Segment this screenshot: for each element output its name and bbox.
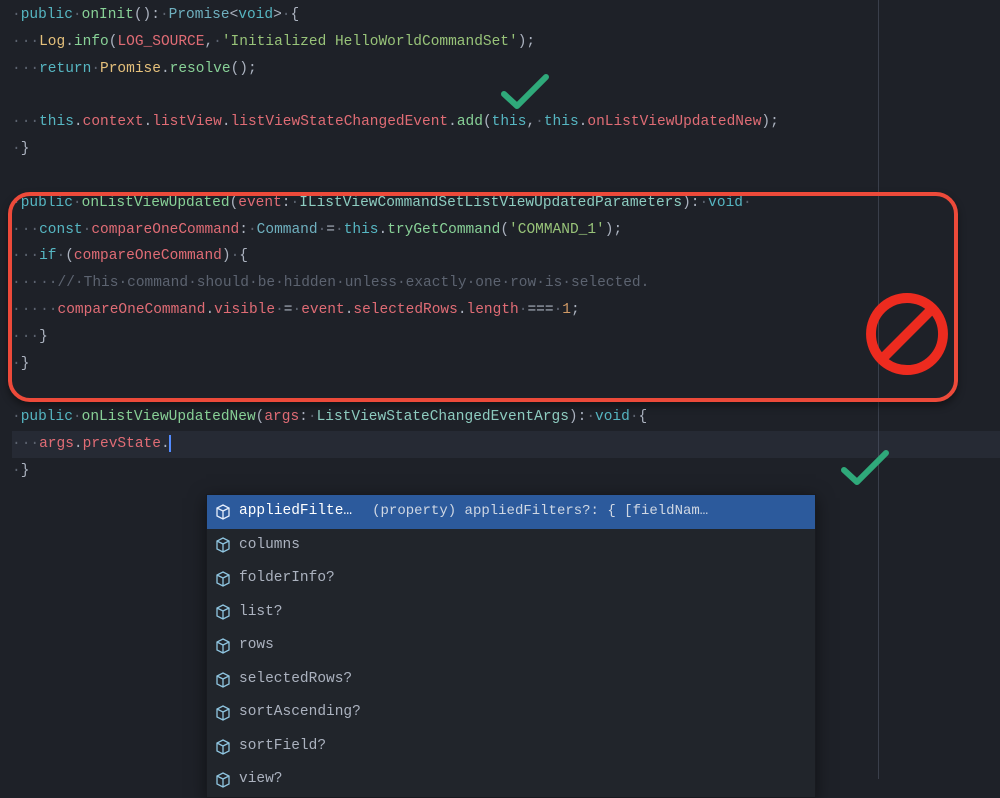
property-icon [215, 705, 231, 721]
text-cursor [169, 435, 171, 452]
code-line[interactable]: ···args.prevState. [12, 431, 1000, 458]
intellisense-popup[interactable]: appliedFilte… (property) appliedFilters?… [206, 494, 816, 798]
property-icon [215, 537, 231, 553]
code-line[interactable]: ·····//·This·command·should·be·hidden·un… [12, 270, 1000, 297]
suggestion-label: columns [239, 532, 300, 560]
code-line[interactable]: ·public·onListViewUpdated(event:·IListVi… [12, 190, 1000, 217]
suggestion-label: sortField? [239, 733, 326, 761]
suggestion-label: list? [239, 599, 283, 627]
property-icon [215, 672, 231, 688]
code-line[interactable]: ·public·onInit():·Promise<void>·{ [12, 2, 1000, 29]
code-line[interactable]: ···} [12, 324, 1000, 351]
code-line[interactable]: ···return·Promise.resolve(); [12, 56, 1000, 83]
suggestion-item[interactable]: rows [207, 629, 815, 663]
code-editor[interactable]: ·public·onInit():·Promise<void>·{ ···Log… [12, 2, 1000, 485]
property-icon [215, 739, 231, 755]
suggestion-label: folderInfo? [239, 565, 335, 593]
suggestion-label: sortAscending? [239, 699, 361, 727]
code-line[interactable]: ·} [12, 458, 1000, 485]
code-line[interactable] [12, 377, 1000, 404]
suggestion-label: rows [239, 632, 274, 660]
code-line[interactable]: ·public·onListViewUpdatedNew(args:·ListV… [12, 404, 1000, 431]
property-icon [215, 638, 231, 654]
suggestion-item[interactable]: folderInfo? [207, 562, 815, 596]
suggestion-label: view? [239, 766, 283, 794]
code-line[interactable]: ···if·(compareOneCommand)·{ [12, 243, 1000, 270]
suggestion-item[interactable]: list? [207, 596, 815, 630]
suggestion-label: appliedFilte… [239, 498, 352, 526]
code-line[interactable]: ···const·compareOneCommand:·Command·=·th… [12, 217, 1000, 244]
suggestion-item[interactable]: view? [207, 763, 815, 797]
suggestion-hint: (property) appliedFilters?: { [fieldNam… [372, 498, 807, 525]
property-icon [215, 571, 231, 587]
code-line[interactable]: ···Log.info(LOG_SOURCE,·'Initialized Hel… [12, 29, 1000, 56]
property-icon [215, 772, 231, 788]
suggestion-item[interactable]: columns [207, 529, 815, 563]
suggestion-item[interactable]: appliedFilte… (property) appliedFilters?… [207, 495, 815, 529]
suggestion-item[interactable]: selectedRows? [207, 663, 815, 697]
suggestion-label: selectedRows? [239, 666, 352, 694]
code-line[interactable]: ·····compareOneCommand.visible·=·event.s… [12, 297, 1000, 324]
property-icon [215, 604, 231, 620]
code-line[interactable]: ·} [12, 136, 1000, 163]
code-line[interactable] [12, 163, 1000, 190]
suggestion-item[interactable]: sortAscending? [207, 696, 815, 730]
code-line[interactable]: ···this.context.listView.listViewStateCh… [12, 109, 1000, 136]
property-icon [215, 504, 231, 520]
code-line[interactable] [12, 82, 1000, 109]
code-line[interactable]: ·} [12, 351, 1000, 378]
suggestion-item[interactable]: sortField? [207, 730, 815, 764]
